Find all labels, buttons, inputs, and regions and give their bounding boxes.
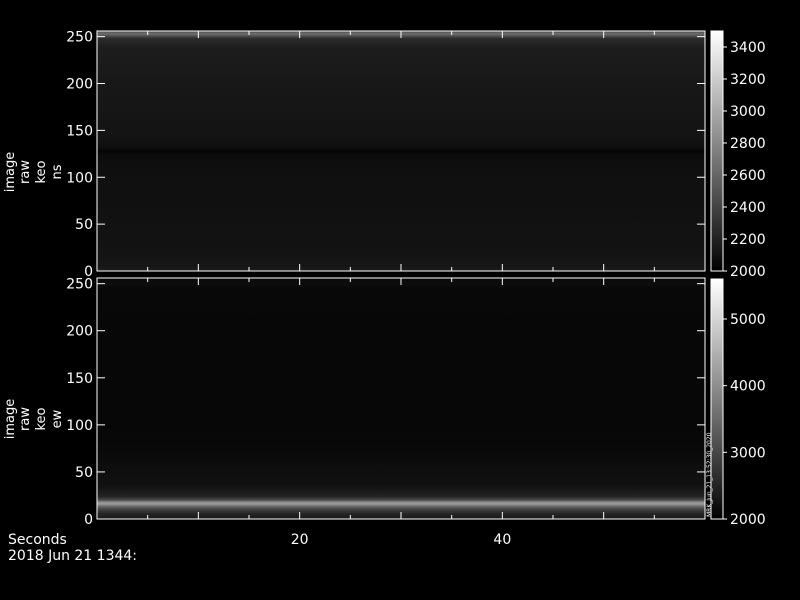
panel-0-ytick-label-5: 250 (66, 30, 93, 46)
panel-1-ytick-label-1: 50 (75, 465, 93, 481)
xtick-label-0: 20 (291, 532, 309, 548)
panel-0-cbtick-label-2: 2400 (730, 200, 766, 216)
panel-0-ytick-label-4: 200 (66, 77, 93, 93)
panel-0-cbtick-label-3: 2600 (730, 168, 766, 184)
panel-1-ytick-label-0: 0 (84, 512, 93, 528)
panel-0-ytick-label-3: 150 (66, 123, 93, 139)
panel-0-ylabel-1: raw (18, 160, 33, 184)
panel-0-colorbar (711, 31, 723, 271)
panel-1-ylabel-0: image (3, 399, 18, 440)
panel-1-cbtick-label-2: 4000 (730, 379, 766, 395)
panel-0-cbtick-label-5: 3000 (730, 104, 766, 120)
panel-1-stamp: MRK_Jun_21_13:52:30_2020 (706, 432, 713, 517)
date-caption: 2018 Jun 21 1344: (8, 548, 137, 564)
panel-1-cbtick-label-3: 5000 (730, 312, 766, 328)
panel-1-ytick-label-2: 100 (66, 418, 93, 434)
panel-1-cbtick-label-0: 2000 (730, 512, 766, 528)
panel-0-ytick-label-2: 100 (66, 170, 93, 186)
xtick-label-1: 40 (493, 532, 511, 548)
panel-0-cbtick-label-4: 2800 (730, 136, 766, 152)
panel-0-ytick-label-1: 50 (75, 217, 93, 233)
panel-1-ytick-label-5: 250 (66, 277, 93, 293)
x-axis-label: Seconds (8, 532, 67, 548)
panel-1-ylabel-2: keo (34, 407, 49, 430)
panel-0-cbtick-label-0: 2000 (730, 264, 766, 280)
panel-1-cbtick-label-1: 3000 (730, 445, 766, 461)
panel-1-ylabel-3: ew (50, 409, 65, 428)
panel-0-cbtick-label-1: 2200 (730, 232, 766, 248)
panel-0-cbtick-label-7: 3400 (730, 40, 766, 56)
panel-0-ylabel-3: ns (50, 164, 65, 179)
panel-1-ytick-label-4: 200 (66, 324, 93, 340)
panel-0-cbtick-label-6: 3200 (730, 72, 766, 88)
panel-1-ylabel-1: raw (18, 407, 33, 431)
panel-1-image (97, 278, 705, 519)
keogram-figure: Seconds 2018 Jun 21 1344: 0 50 100 150 200 25… (3, 30, 766, 564)
panel-0-ylabel-2: keo (34, 160, 49, 183)
panel-0-ylabel-0: image (3, 152, 18, 193)
panel-1-ytick-label-3: 150 (66, 371, 93, 387)
panel-0-image (97, 31, 705, 271)
